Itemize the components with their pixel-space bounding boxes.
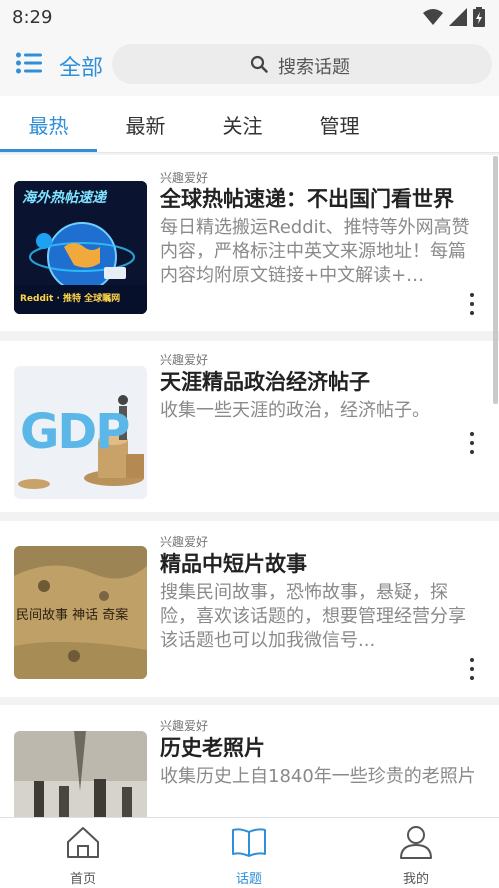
topic-description: 搜集民间故事，恐怖故事，悬疑，探险，喜欢该话题的，想要管理经营分享该话题也可以加… xyxy=(160,582,466,651)
top-header: 全部 搜索话题 xyxy=(0,34,499,96)
nav-topics-label: 话题 xyxy=(235,872,262,887)
status-icons xyxy=(423,7,485,27)
topic-tabs: 最热 最新 关注 管理 xyxy=(0,96,499,153)
thumbnail-text: GDP xyxy=(20,404,130,460)
topic-description: 收集一些天涯的政治，经济帖子。 xyxy=(160,400,430,421)
status-bar: 8:29 xyxy=(0,0,499,34)
scope-selector[interactable]: 全部 xyxy=(59,50,103,82)
scrollbar[interactable] xyxy=(493,156,498,404)
more-dot xyxy=(470,658,474,662)
topic-description: 收集历史上自1840年一些珍贵的老照片 xyxy=(160,766,476,787)
search-input[interactable]: 搜索话题 xyxy=(112,44,492,84)
bottom-navigation: 首页 话题 我的 xyxy=(0,817,499,888)
nav-home-label: 首页 xyxy=(69,872,96,887)
thumbnail-banner-text: 海外热帖速递 xyxy=(22,190,106,206)
topic-title: 历史老照片 xyxy=(160,736,265,760)
search-placeholder: 搜索话题 xyxy=(278,57,350,78)
more-options-button[interactable] xyxy=(462,656,482,684)
topic-title: 天涯精品政治经济帖子 xyxy=(160,370,370,394)
topic-card[interactable]: 民间故事 神话 奇案 兴趣爱好 精品中短片故事 搜集民间故事，恐怖故事，悬疑，探… xyxy=(0,521,499,697)
book-icon xyxy=(232,828,266,857)
more-dot xyxy=(470,432,474,436)
more-options-button[interactable] xyxy=(462,291,482,319)
wifi-icon xyxy=(423,9,443,25)
tab-following[interactable]: 关注 xyxy=(194,110,291,139)
thumbnail-footer-text: Reddit · 推特 全球瞩网 xyxy=(20,294,121,304)
more-options-button[interactable] xyxy=(462,430,482,458)
topic-card[interactable]: GDP 兴趣爱好 天涯精品政治经济帖子 收集一些天涯的政治，经济帖子。 xyxy=(0,341,499,512)
more-dot xyxy=(470,441,474,445)
topic-title: 全球热帖速递：不出国门看世界 xyxy=(160,187,454,211)
topic-thumbnail: GDP xyxy=(14,366,147,499)
topic-card[interactable]: 海外热帖速递 Reddit · 推特 全球瞩网 兴趣爱好 全球热帖速递：不出国门… xyxy=(0,155,499,331)
more-dot xyxy=(470,450,474,454)
topic-title: 精品中短片故事 xyxy=(160,552,307,576)
battery-icon xyxy=(473,7,485,27)
nav-profile-label: 我的 xyxy=(402,872,429,887)
more-dot xyxy=(470,302,474,306)
more-dot xyxy=(470,667,474,671)
topic-description: 每日精选搬运Reddit、推特等外网高赞内容，严格标注中英文来源地址！每篇内容均… xyxy=(160,217,470,286)
more-dot xyxy=(470,311,474,315)
nav-topics[interactable]: 话题 xyxy=(204,824,294,887)
active-tab-indicator xyxy=(0,149,97,152)
search-icon xyxy=(250,55,268,73)
nav-home[interactable]: 首页 xyxy=(38,824,128,887)
profile-icon xyxy=(400,826,432,859)
thumbnail-text: 民间故事 神话 奇案 xyxy=(16,608,129,623)
topic-thumbnail xyxy=(14,731,147,817)
menu-icon[interactable] xyxy=(16,52,42,74)
more-dot xyxy=(470,293,474,297)
signal-icon xyxy=(449,8,467,26)
status-time: 8:29 xyxy=(12,7,53,28)
tab-manage[interactable]: 管理 xyxy=(291,110,388,139)
home-icon xyxy=(67,827,99,858)
topic-card[interactable]: 兴趣爱好 历史老照片 收集历史上自1840年一些珍贵的老照片 xyxy=(0,705,499,817)
nav-profile[interactable]: 我的 xyxy=(371,824,461,887)
topic-thumbnail: 海外热帖速递 Reddit · 推特 全球瞩网 xyxy=(14,181,147,314)
topic-thumbnail: 民间故事 神话 奇案 xyxy=(14,546,147,679)
tab-latest[interactable]: 最新 xyxy=(97,110,194,139)
old-photo-illustration xyxy=(14,731,147,817)
tab-hottest[interactable]: 最热 xyxy=(0,110,97,139)
more-dot xyxy=(470,676,474,680)
